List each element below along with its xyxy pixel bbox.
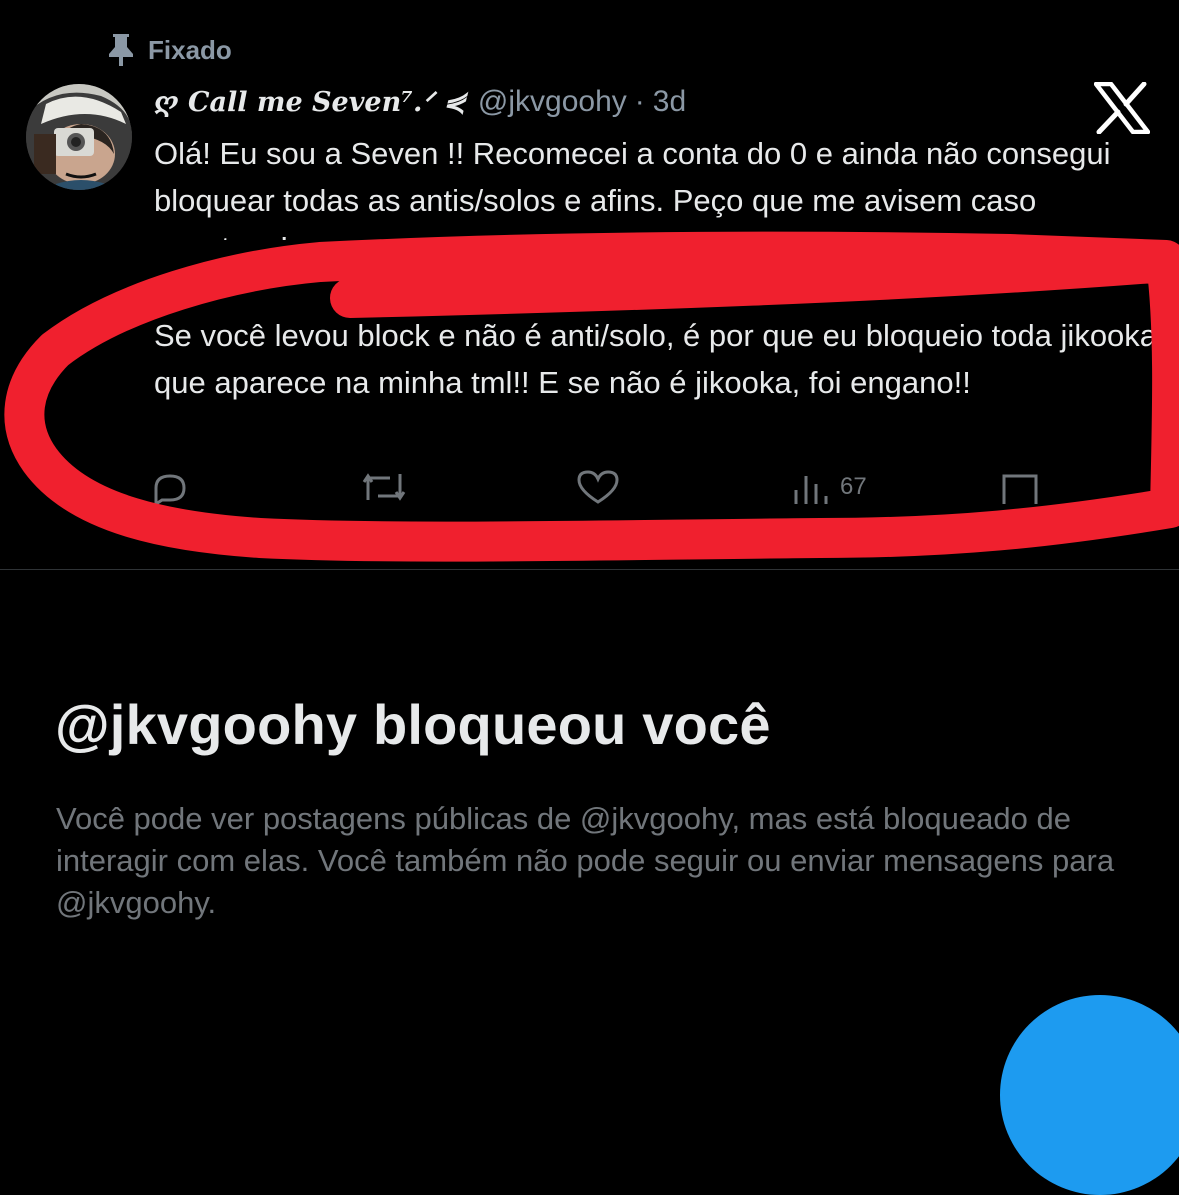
divider [0, 569, 1179, 570]
tweet-actions: 67 [150, 470, 1050, 510]
reply-icon [154, 474, 186, 504]
share-button[interactable] [1000, 470, 1040, 504]
x-logo-icon [1094, 82, 1150, 134]
tweet-paragraph-2: Se você levou block e não é anti/solo, é… [154, 318, 1158, 400]
share-icon [1002, 474, 1038, 504]
views-count: 67 [840, 473, 867, 500]
pinned-indicator: Fixado [108, 30, 232, 70]
avatar[interactable] [26, 84, 132, 190]
display-name[interactable]: ღ Call me Seven⁷.ᐟ ⋞ [154, 87, 466, 118]
like-button[interactable] [575, 470, 621, 504]
tweet-paragraph-1: Olá! Eu sou a Seven !! Recomecei a conta… [154, 136, 1111, 240]
meta-separator: · [634, 85, 645, 118]
reply-button[interactable] [150, 470, 190, 504]
views-button[interactable]: 67 [788, 470, 867, 504]
avatar-photo [26, 84, 132, 190]
handle[interactable]: @jkvgoohy [478, 85, 627, 119]
repost-icon [362, 473, 406, 501]
pinned-label: Fixado [148, 34, 232, 65]
like-icon [577, 470, 619, 504]
tweet-text: Olá! Eu sou a Seven !! Recomecei a conta… [154, 130, 1164, 406]
pin-icon [109, 34, 133, 66]
blocked-title: @jkvgoohy bloqueou você [55, 693, 771, 756]
timestamp[interactable]: 3d [653, 85, 686, 119]
views-icon [794, 476, 828, 504]
compose-fab-button[interactable] [1000, 995, 1179, 1195]
tweet-header: ღ Call me Seven⁷.ᐟ ⋞ @jkvgoohy · 3d [154, 82, 686, 122]
blocked-description: Você pode ver postagens públicas de @jkv… [56, 801, 1115, 920]
repost-button[interactable] [360, 470, 408, 504]
